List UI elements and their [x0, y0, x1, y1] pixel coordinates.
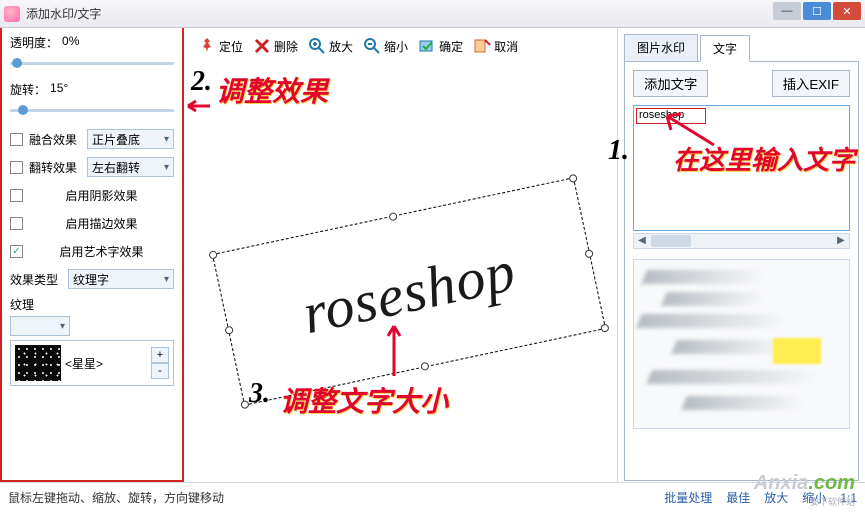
- resize-handle[interactable]: [388, 212, 397, 221]
- zoom-in-icon: [308, 37, 326, 55]
- shadow-checkbox[interactable]: [10, 189, 23, 202]
- window-buttons: — ☐ ✕: [773, 2, 861, 20]
- delete-icon: [253, 37, 271, 55]
- cancel-button[interactable]: 取消: [473, 37, 518, 55]
- status-batch-button[interactable]: 批量处理: [664, 489, 712, 506]
- effect-type-select[interactable]: 纹理字: [68, 269, 174, 289]
- close-button[interactable]: ✕: [833, 2, 861, 20]
- cancel-icon: [473, 37, 491, 55]
- annotation-text-2: 调整效果: [216, 70, 328, 110]
- watermark-text[interactable]: roseshop: [297, 236, 522, 346]
- annotation-number-3: 3.: [249, 378, 270, 410]
- scroll-thumb[interactable]: [651, 235, 691, 247]
- style-preview[interactable]: [633, 259, 850, 429]
- resize-handle[interactable]: [568, 174, 577, 183]
- stroke-checkbox[interactable]: [10, 217, 23, 230]
- scroll-left-icon[interactable]: ◀: [634, 234, 650, 248]
- status-bar: 鼠标左键拖动、缩放、旋转，方向键移动 批量处理 最佳 放大 缩小 1:1: [0, 482, 865, 512]
- right-panel: 图片水印 文字 添加文字 插入EXIF roseshop ◀ ▶: [617, 28, 865, 482]
- delete-button[interactable]: 删除: [253, 37, 298, 55]
- app-icon: [4, 6, 20, 22]
- opacity-slider[interactable]: [10, 55, 174, 71]
- tabs: 图片水印 文字: [624, 34, 859, 61]
- resize-handle[interactable]: [208, 250, 217, 259]
- window-title: 添加水印/文字: [26, 5, 101, 22]
- art-checkbox[interactable]: ✓: [10, 245, 23, 258]
- tab-text[interactable]: 文字: [700, 35, 750, 62]
- zoom-out-button[interactable]: 缩小: [363, 37, 408, 55]
- confirm-icon: [418, 37, 436, 55]
- annotation-number-1: 1.: [608, 135, 629, 167]
- rotate-value: 15°: [50, 81, 68, 98]
- annotation-number-2: 2.: [191, 66, 212, 98]
- scrollbar-horizontal[interactable]: ◀ ▶: [633, 233, 850, 249]
- text-input[interactable]: roseshop: [636, 108, 706, 124]
- canvas-area: 定位 删除 放大 缩小 确定 取消: [184, 28, 617, 482]
- pushpin-icon: [198, 37, 216, 55]
- rotate-slider[interactable]: [10, 102, 174, 118]
- resize-handle[interactable]: [584, 249, 593, 258]
- resize-handle[interactable]: [224, 325, 233, 334]
- brand-watermark: Anxia.com 安下软件站: [754, 472, 855, 508]
- tab-image-watermark[interactable]: 图片水印: [624, 34, 698, 61]
- texture-label: 纹理: [10, 296, 174, 313]
- confirm-button[interactable]: 确定: [418, 37, 463, 55]
- flip-checkbox[interactable]: [10, 161, 23, 174]
- add-text-button[interactable]: 添加文字: [633, 70, 708, 97]
- flip-mode-select[interactable]: 左右翻转: [87, 157, 174, 177]
- resize-handle[interactable]: [600, 323, 609, 332]
- resize-handle[interactable]: [420, 362, 429, 371]
- texture-select[interactable]: [10, 316, 70, 336]
- shadow-label: 启用阴影效果: [29, 187, 174, 204]
- stroke-label: 启用描边效果: [29, 215, 174, 232]
- minimize-button[interactable]: —: [773, 2, 801, 20]
- zoom-out-icon: [363, 37, 381, 55]
- texture-prev-button[interactable]: -: [151, 363, 169, 379]
- blend-label: 融合效果: [29, 131, 81, 148]
- effect-type-label: 效果类型: [10, 271, 62, 288]
- toolbar: 定位 删除 放大 缩小 确定 取消: [184, 28, 617, 64]
- locate-button[interactable]: 定位: [198, 37, 243, 55]
- texture-swatch: [15, 345, 61, 381]
- opacity-value: 0%: [62, 34, 79, 51]
- status-best-button[interactable]: 最佳: [726, 489, 750, 506]
- scroll-right-icon[interactable]: ▶: [833, 234, 849, 248]
- flip-label: 翻转效果: [29, 159, 81, 176]
- rotate-label: 旋转：: [10, 81, 46, 98]
- blend-mode-select[interactable]: 正片叠底: [87, 129, 174, 149]
- annotation-text-3: 调整文字大小: [280, 380, 448, 420]
- selection-box[interactable]: roseshop: [212, 177, 606, 406]
- art-label: 启用艺术字效果: [29, 243, 174, 260]
- effects-panel: 透明度： 0% 旋转： 15° 融合效果 正片叠底 翻转效果 左右翻转: [0, 28, 184, 482]
- highlight-swatch: [773, 338, 821, 364]
- status-hint: 鼠标左键拖动、缩放、旋转，方向键移动: [8, 489, 224, 506]
- texture-next-button[interactable]: +: [151, 347, 169, 363]
- insert-exif-button[interactable]: 插入EXIF: [772, 70, 850, 97]
- title-bar: 添加水印/文字 — ☐ ✕: [0, 0, 865, 28]
- tab-body: 添加文字 插入EXIF roseshop ◀ ▶: [624, 61, 859, 481]
- maximize-button[interactable]: ☐: [803, 2, 831, 20]
- zoom-in-button[interactable]: 放大: [308, 37, 353, 55]
- texture-preview: <星星> + -: [10, 340, 174, 386]
- annotation-text-1: 在这里输入文字: [673, 140, 855, 177]
- blend-checkbox[interactable]: [10, 133, 23, 146]
- opacity-label: 透明度：: [10, 34, 58, 51]
- texture-name: <星星>: [65, 355, 103, 372]
